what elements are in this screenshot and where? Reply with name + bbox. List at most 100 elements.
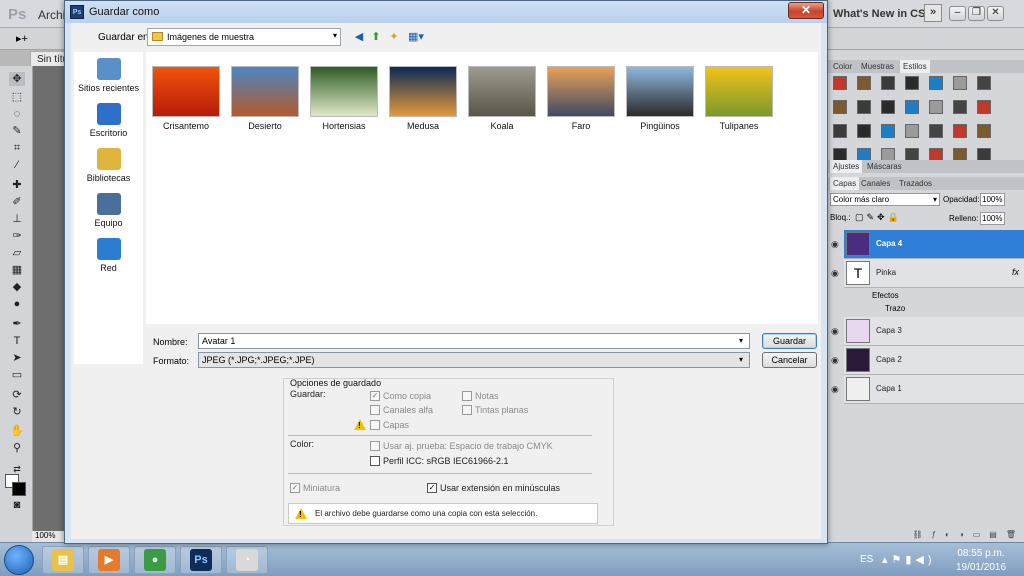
eraser-tool-icon[interactable]: ▱ xyxy=(9,246,25,260)
fx-icon[interactable]: fx xyxy=(1012,267,1019,277)
style-swatch[interactable] xyxy=(881,124,895,138)
style-swatch[interactable] xyxy=(977,100,991,114)
tab-canales[interactable]: Canales xyxy=(858,177,893,190)
file-item[interactable]: Pingüinos xyxy=(624,66,696,131)
taskbar-photoshop[interactable]: Ps xyxy=(180,546,222,574)
ps-minimize-icon[interactable]: – xyxy=(949,6,966,21)
back-icon[interactable]: ◀ xyxy=(352,30,366,44)
lowercase-extension-checkbox[interactable]: ✓ xyxy=(427,483,437,493)
lasso-tool-icon[interactable]: ◌ xyxy=(9,107,25,121)
tab-trazados[interactable]: Trazados xyxy=(896,177,935,190)
tab-color[interactable]: Color xyxy=(830,60,855,73)
format-dropdown-icon[interactable]: ▾ xyxy=(739,355,743,364)
clock-date[interactable]: 19/01/2016 xyxy=(955,562,1007,573)
ps-restore-icon[interactable]: ❐ xyxy=(968,6,985,21)
new-folder-icon[interactable]: ✦ xyxy=(387,30,401,44)
blend-mode-select[interactable]: Color más claro ▾ xyxy=(830,193,940,206)
history-brush-tool-icon[interactable]: ✑ xyxy=(9,229,25,243)
dialog-close-button[interactable]: ✕ xyxy=(788,2,824,19)
cancel-button[interactable]: Cancelar xyxy=(762,352,817,368)
path-selection-tool-icon[interactable]: ➤ xyxy=(9,351,25,365)
clock-time[interactable]: 08:55 p.m. xyxy=(955,548,1007,559)
layer-row[interactable]: ◉ Capa 2 xyxy=(831,346,1024,375)
style-swatch[interactable] xyxy=(929,76,943,90)
marquee-tool-icon[interactable]: ⬚ xyxy=(9,90,25,104)
file-item[interactable]: Faro xyxy=(545,66,617,131)
tab-mascaras[interactable]: Máscaras xyxy=(864,160,905,173)
eye-icon[interactable]: ◉ xyxy=(831,384,839,395)
style-swatch[interactable] xyxy=(905,124,919,138)
dodge-tool-icon[interactable]: ● xyxy=(9,297,25,311)
zoom-tool-icon[interactable]: ⚲ xyxy=(9,441,25,455)
style-swatch[interactable] xyxy=(929,124,943,138)
style-swatch[interactable] xyxy=(857,124,871,138)
taskbar-other-app[interactable]: ◔ xyxy=(226,546,268,574)
tab-estilos[interactable]: Estilos xyxy=(900,60,930,73)
ps-close-icon[interactable]: ✕ xyxy=(987,6,1004,21)
layer-row[interactable]: ◉ Capa 4 xyxy=(831,230,1024,259)
shape-tool-icon[interactable]: ▭ xyxy=(9,368,25,382)
as-copy-checkbox[interactable]: ✓ xyxy=(370,391,380,401)
spot-colors-checkbox[interactable] xyxy=(462,405,472,415)
opacity-input[interactable]: 100% xyxy=(980,193,1005,206)
style-swatch[interactable] xyxy=(833,76,847,90)
eye-icon[interactable]: ◉ xyxy=(831,268,839,279)
place-desktop[interactable]: Escritorio xyxy=(74,103,143,138)
format-select[interactable]: JPEG (*.JPG;*.JPEG;*.JPE) xyxy=(198,352,750,368)
move-tool-icon[interactable]: ✥ xyxy=(9,72,25,86)
start-button[interactable] xyxy=(4,545,34,575)
alpha-channels-checkbox[interactable] xyxy=(370,405,380,415)
quick-mask-icon[interactable]: ◙ xyxy=(9,498,25,512)
eye-icon[interactable]: ◉ xyxy=(831,355,839,366)
style-swatch[interactable] xyxy=(929,100,943,114)
lock-icons[interactable]: ▢✎✥🔒 xyxy=(855,212,902,223)
brush-tool-icon[interactable]: ✐ xyxy=(9,195,25,209)
icc-profile-checkbox[interactable] xyxy=(370,456,380,466)
style-swatch[interactable] xyxy=(833,124,847,138)
up-folder-icon[interactable]: ⬆ xyxy=(369,30,383,44)
file-name-dropdown-icon[interactable]: ▾ xyxy=(739,336,743,345)
style-swatch[interactable] xyxy=(977,124,991,138)
background-color-swatch[interactable] xyxy=(12,482,26,496)
gradient-tool-icon[interactable]: ▦ xyxy=(9,263,25,277)
fill-input[interactable]: 100% xyxy=(980,212,1005,225)
file-item[interactable]: Medusa xyxy=(387,66,459,131)
style-swatch[interactable] xyxy=(881,76,895,90)
crop-tool-icon[interactable]: ⌗ xyxy=(9,141,25,155)
style-swatch[interactable] xyxy=(905,76,919,90)
tab-muestras[interactable]: Muestras xyxy=(858,60,897,73)
layer-row[interactable]: ◉ Capa 1 xyxy=(831,375,1024,404)
eyedropper-tool-icon[interactable]: ⁄ xyxy=(9,158,25,172)
style-swatch[interactable] xyxy=(905,100,919,114)
3d-orbit-tool-icon[interactable]: ↻ xyxy=(9,405,25,419)
taskbar-media-player[interactable]: ▶ xyxy=(88,546,130,574)
style-swatch[interactable] xyxy=(857,76,871,90)
file-item[interactable]: Hortensias xyxy=(308,66,380,131)
style-swatch[interactable] xyxy=(881,100,895,114)
healing-brush-tool-icon[interactable]: ✚ xyxy=(9,178,25,192)
quick-selection-tool-icon[interactable]: ✎ xyxy=(9,124,25,138)
view-menu-icon[interactable]: ▦▾ xyxy=(405,30,427,44)
style-swatch[interactable] xyxy=(857,100,871,114)
pen-tool-icon[interactable]: ✒ xyxy=(9,317,25,331)
zoom-level[interactable]: 100% xyxy=(32,531,66,542)
clone-stamp-tool-icon[interactable]: ⊥ xyxy=(9,212,25,226)
save-in-select[interactable]: Imágenes de muestra ▾ xyxy=(147,28,341,46)
place-computer[interactable]: Equipo xyxy=(74,193,143,228)
blur-tool-icon[interactable]: ◆ xyxy=(9,280,25,294)
taskbar-chrome[interactable]: ● xyxy=(134,546,176,574)
save-button[interactable]: Guardar xyxy=(762,333,817,349)
hand-tool-icon[interactable]: ✋ xyxy=(9,424,25,438)
3d-rotate-tool-icon[interactable]: ⟳ xyxy=(9,388,25,402)
move-tool-option-icon[interactable]: ▸+ xyxy=(16,32,28,45)
style-swatch[interactable] xyxy=(953,124,967,138)
file-item[interactable]: Crisantemo xyxy=(150,66,222,131)
eye-icon[interactable]: ◉ xyxy=(831,239,839,250)
notes-checkbox[interactable] xyxy=(462,391,472,401)
place-recent-places[interactable]: Sitios recientes xyxy=(74,58,143,93)
style-swatch[interactable] xyxy=(977,76,991,90)
style-swatch[interactable] xyxy=(953,100,967,114)
file-name-input[interactable] xyxy=(198,333,750,349)
effects-label[interactable]: Efectos xyxy=(872,291,899,300)
layers-footer-icons[interactable]: ⛓ƒ◐◑▭▤🗑 xyxy=(830,530,1024,540)
